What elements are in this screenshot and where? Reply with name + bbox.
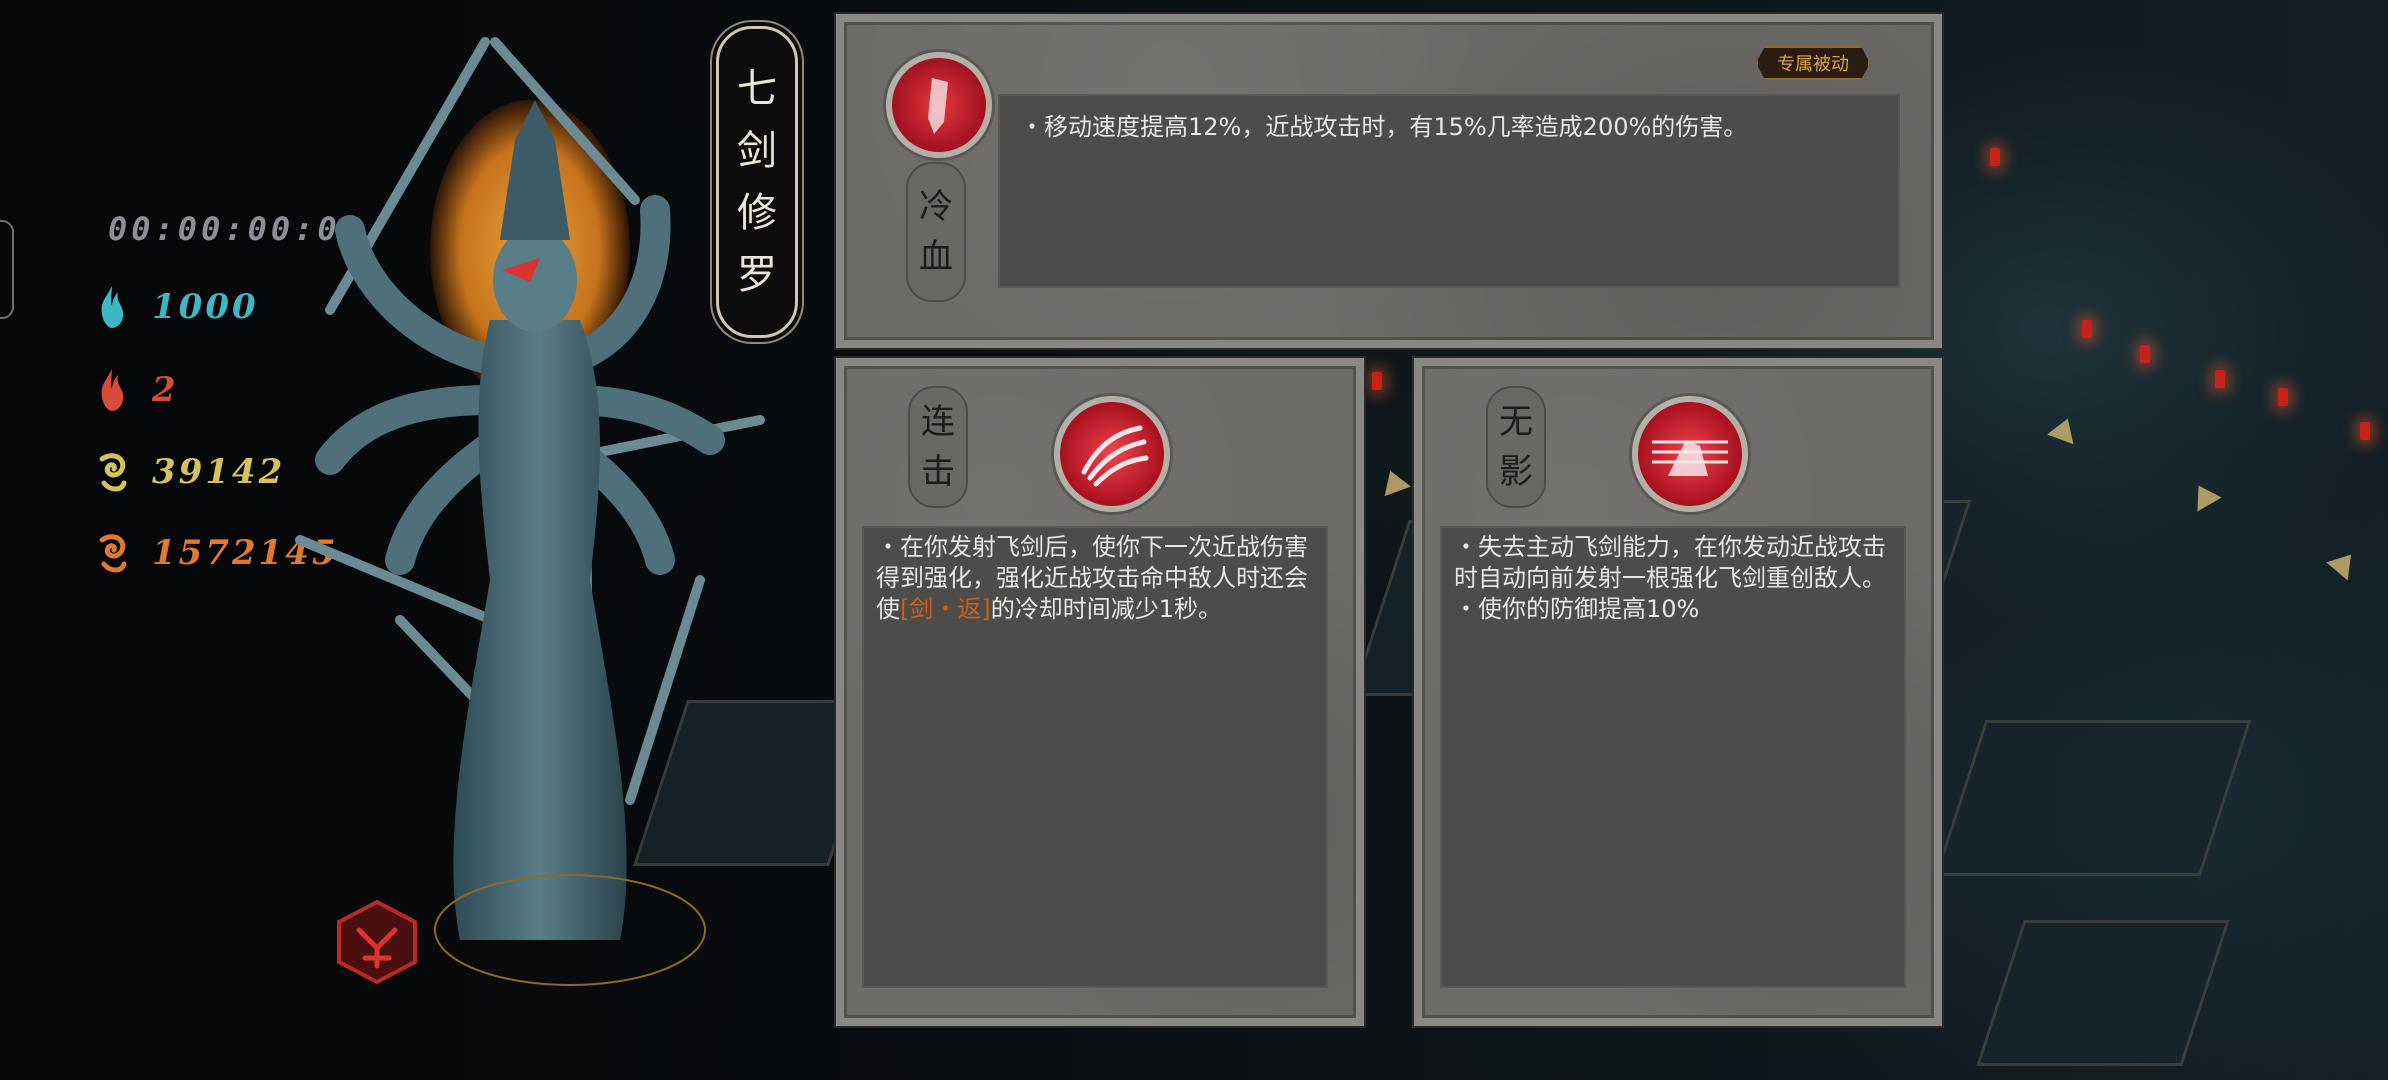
skill-name-label: 连 击 [908,386,968,508]
skill-name-label: 无 影 [1486,386,1546,508]
character-name-banner: 七 剑 修 罗 [716,26,798,338]
title-char: 修 [737,190,777,236]
cold-blood-skill-icon [886,52,992,158]
orange-spiral-icon [99,534,127,573]
candle [2360,422,2370,440]
combo-skill-icon [1054,396,1170,512]
candle [1990,148,2000,166]
shadowless-skill-panel[interactable]: 无 影 ・失去主动飞剑能力，在你发动近战攻击时自动向前发射一根强化飞剑重创敌人。… [1414,358,1942,1026]
candle [2215,370,2225,388]
skill-name-label: 冷 血 [906,162,966,302]
title-char: 罗 [737,252,777,298]
skill-description-box: ・在你发射飞剑后，使你下一次近战伤害得到强化，强化近战攻击命中敌人时还会使[剑・… [862,526,1328,988]
skill-description-box: ・移动速度提高12%，近战攻击时，有15%几率造成200%的伤害。 [998,94,1900,288]
desc-line: ・失去主动飞剑能力，在你发动近战攻击时自动向前发射一根强化飞剑重创敌人。 [1454,533,1886,592]
candle [2140,345,2150,363]
candle [2278,388,2288,406]
red-flame-icon [101,369,124,411]
skill-description: ・失去主动飞剑能力，在你发动近战攻击时自动向前发射一根强化飞剑重创敌人。 ・使你… [1442,528,1904,629]
title-char: 剑 [737,128,777,174]
stat-fire: 2 [96,365,179,415]
skill-name-char: 血 [919,237,953,277]
skill-description: ・在你发射飞剑后，使你下一次近战伤害得到强化，强化近战攻击命中敌人时还会使[剑・… [864,528,1326,629]
desc-text: 的冷却时间减少1秒。 [990,595,1223,623]
candle [2082,320,2092,338]
skill-name-char: 击 [921,452,955,492]
shadowless-skill-icon [1632,396,1748,512]
title-char: 七 [737,66,777,112]
floor-tile [1934,720,2252,876]
gold-marker [2047,413,2081,445]
floor-tile [1976,920,2230,1066]
gold-marker [2326,545,2362,581]
combo-skill-panel[interactable]: 连 击 ・在你发射飞剑后，使你下一次近战伤害得到强化，强化近战攻击命中敌人时还会… [836,358,1364,1026]
skill-description: ・移动速度提高12%，近战攻击时，有15%几率造成200%的伤害。 [1020,113,1748,141]
gold-marker [2186,478,2222,512]
skill-link-sword-return[interactable]: [剑・返] [900,595,991,623]
stat-soul: 1000 [96,282,259,332]
exclusive-passive-tag: 专属被动 [1756,46,1870,80]
skill-name-char: 冷 [919,187,953,227]
skill-name-char: 连 [921,402,955,442]
skill-name-char: 无 [1499,402,1533,442]
gold-marker [1377,465,1411,497]
side-drawer-handle[interactable] [0,220,14,319]
cyan-flame-icon [101,286,124,328]
skill-name-char: 影 [1499,452,1533,492]
desc-line: ・使你的防御提高10% [1454,595,1700,623]
skill-description-box: ・失去主动飞剑能力，在你发动近战攻击时自动向前发射一根强化飞剑重创敌人。 ・使你… [1440,526,1906,988]
stat-value: 2 [152,370,179,410]
character-class-badge[interactable] [335,899,419,985]
yellow-spiral-icon [99,453,127,492]
demon-emblem-icon [337,899,417,985]
candle [1372,372,1382,390]
